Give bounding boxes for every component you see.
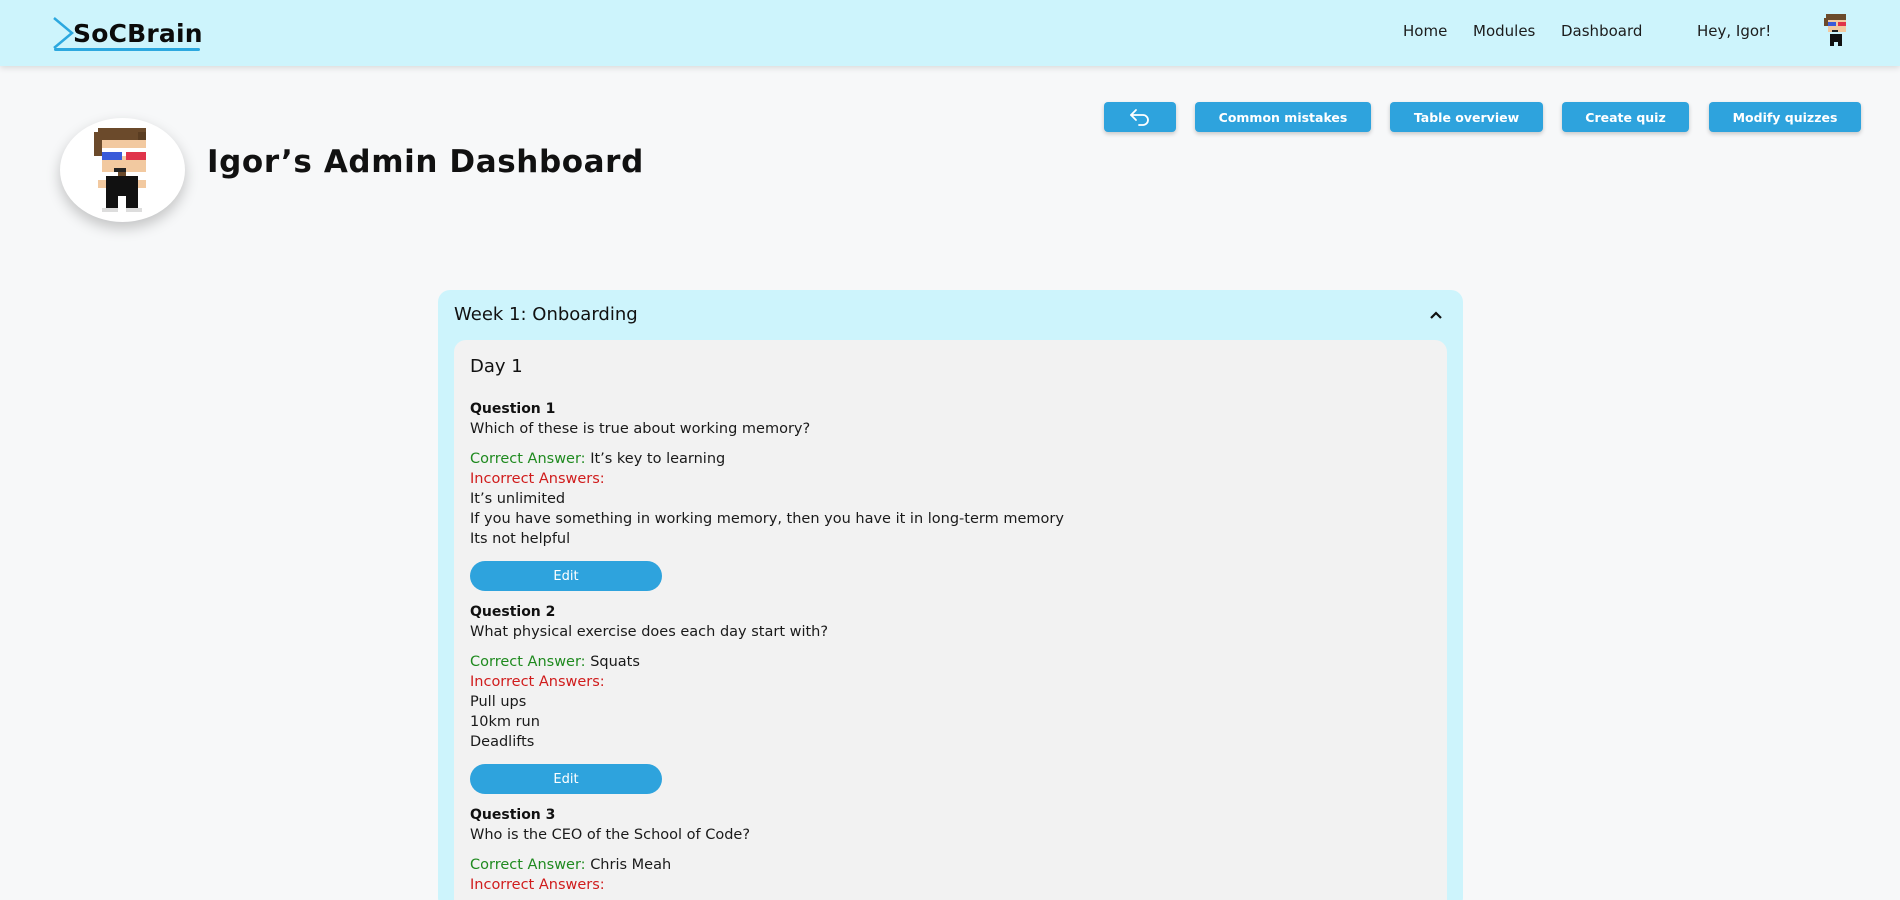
edit-question-button[interactable]: Edit — [470, 561, 662, 591]
nav-dashboard-link[interactable]: Dashboard — [1561, 22, 1642, 40]
correct-answer-line: Correct Answer: Squats — [470, 654, 1370, 674]
incorrect-answers-label: Incorrect Answers: — [470, 471, 605, 487]
common-mistakes-button[interactable]: Common mistakes — [1195, 102, 1371, 132]
question-title: Question 2 — [470, 604, 556, 620]
correct-answer-line: Correct Answer: Chris Meah — [470, 857, 1370, 877]
modify-quizzes-button[interactable]: Modify quizzes — [1709, 102, 1861, 132]
back-button[interactable] — [1104, 102, 1176, 132]
question-card: Question 1 Which of these is true about … — [470, 401, 1370, 591]
user-avatar[interactable] — [1820, 14, 1852, 48]
correct-answer-line: Correct Answer: It’s key to learning — [470, 451, 1370, 471]
brand-name: SoCBrain — [73, 19, 203, 48]
incorrect-answer: If you have something in working memory,… — [470, 511, 1064, 527]
incorrect-answer: Pull ups — [470, 694, 527, 710]
undo-arrow-icon — [1130, 109, 1149, 126]
navbar: SoCBrain Home Modules Dashboard Hey, Igo… — [0, 0, 1900, 66]
nav-modules-link[interactable]: Modules — [1473, 22, 1535, 40]
correct-answer: Squats — [590, 654, 640, 670]
question-card: Question 2 What physical exercise does e… — [470, 604, 1370, 794]
day-panel: Day 1 Question 1 Which of these is true … — [454, 340, 1447, 900]
question-card: Question 3 Who is the CEO of the School … — [470, 807, 1370, 897]
user-greeting: Hey, Igor! — [1697, 22, 1772, 40]
chevron-up-icon[interactable] — [1429, 310, 1443, 320]
correct-answer: It’s key to learning — [590, 451, 726, 467]
table-overview-button[interactable]: Table overview — [1390, 102, 1543, 132]
profile-picture — [60, 118, 185, 222]
question-title: Question 1 — [470, 401, 556, 417]
correct-answer-label: Correct Answer: — [470, 451, 586, 467]
brand-logo[interactable]: SoCBrain — [50, 14, 203, 52]
day-title: Day 1 — [470, 356, 523, 377]
edit-question-button[interactable]: Edit — [470, 764, 662, 794]
question-title: Question 3 — [470, 807, 556, 823]
correct-answer-label: Correct Answer: — [470, 654, 586, 670]
week-title[interactable]: Week 1: Onboarding — [454, 304, 638, 325]
page-title: Igor’s Admin Dashboard — [207, 144, 644, 180]
incorrect-answers-label: Incorrect Answers: — [470, 877, 605, 893]
brand-underline — [54, 48, 200, 51]
incorrect-answer: Deadlifts — [470, 734, 535, 750]
question-text: Who is the CEO of the School of Code? — [470, 827, 751, 843]
question-text: What physical exercise does each day sta… — [470, 624, 829, 640]
incorrect-answer: 10km run — [470, 714, 540, 730]
nav-home-link[interactable]: Home — [1403, 22, 1447, 40]
incorrect-answer: It’s unlimited — [470, 491, 566, 507]
create-quiz-button[interactable]: Create quiz — [1562, 102, 1689, 132]
question-text: Which of these is true about working mem… — [470, 421, 811, 437]
correct-answer-label: Correct Answer: — [470, 857, 586, 873]
incorrect-answers-label: Incorrect Answers: — [470, 674, 605, 690]
incorrect-answer: Its not helpful — [470, 531, 571, 547]
correct-answer: Chris Meah — [590, 857, 672, 873]
week-accordion: Week 1: Onboarding Day 1 Question 1 Whic… — [438, 290, 1463, 900]
